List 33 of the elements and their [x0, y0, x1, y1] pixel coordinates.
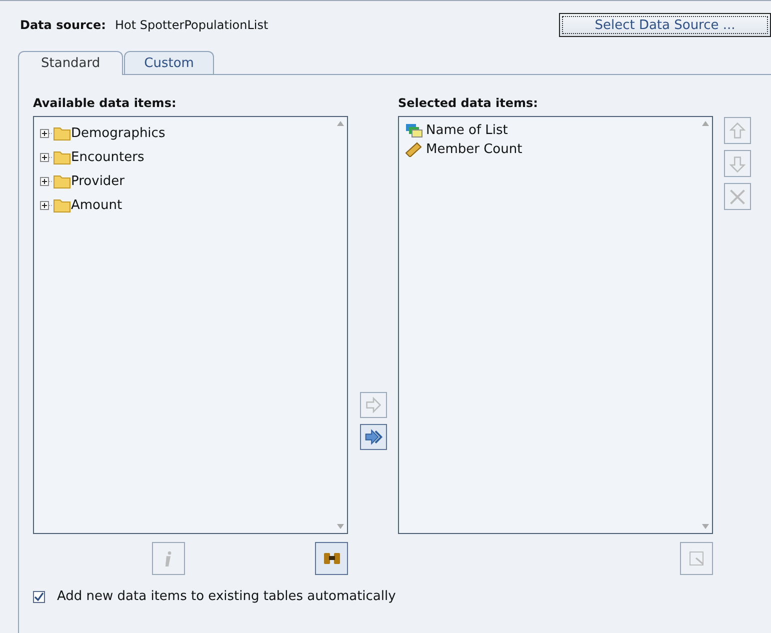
add-all-button[interactable]: [360, 424, 386, 450]
scroll-down-icon[interactable]: [336, 524, 344, 529]
find-button[interactable]: [315, 542, 348, 575]
tab[interactable]: Standard: [18, 51, 124, 75]
ruler-icon: [405, 142, 423, 157]
folder-icon: [53, 198, 71, 212]
list-item[interactable]: Member Count: [426, 142, 522, 157]
list-item[interactable]: Name of List: [426, 123, 508, 138]
tree-item[interactable]: Amount: [71, 198, 122, 212]
data-source-label: Data source:: [20, 18, 107, 32]
scroll-down-icon[interactable]: [702, 524, 708, 529]
info-icon: [164, 550, 173, 566]
scroll-up-icon[interactable]: [702, 121, 708, 126]
expand-icon[interactable]: [40, 200, 53, 210]
tree-item[interactable]: Provider: [71, 174, 125, 188]
tab[interactable]: Custom: [124, 51, 214, 74]
folder-icon: [53, 174, 71, 188]
available-items-label: Available data items:: [33, 96, 178, 110]
scroll-up-icon[interactable]: [336, 121, 344, 126]
expand-icon[interactable]: [40, 176, 53, 186]
expand-icon[interactable]: [40, 152, 53, 162]
tree-item[interactable]: Encounters: [71, 150, 144, 164]
selected-items-label: Selected data items:: [398, 96, 539, 110]
select-data-source-button[interactable]: Select Data Source ...: [559, 13, 771, 37]
data-source-value: Hot SpotterPopulationList: [115, 18, 270, 32]
check-icon: [34, 592, 44, 602]
category-icon: [405, 123, 423, 138]
checkbox-label: Add new data items to existing tables automatically: [57, 589, 396, 604]
expand-icon[interactable]: [40, 128, 53, 138]
folder-icon: [53, 150, 71, 164]
folder-icon: [53, 126, 71, 140]
tree-item[interactable]: Demographics: [71, 126, 166, 140]
checkbox[interactable]: [33, 590, 45, 602]
